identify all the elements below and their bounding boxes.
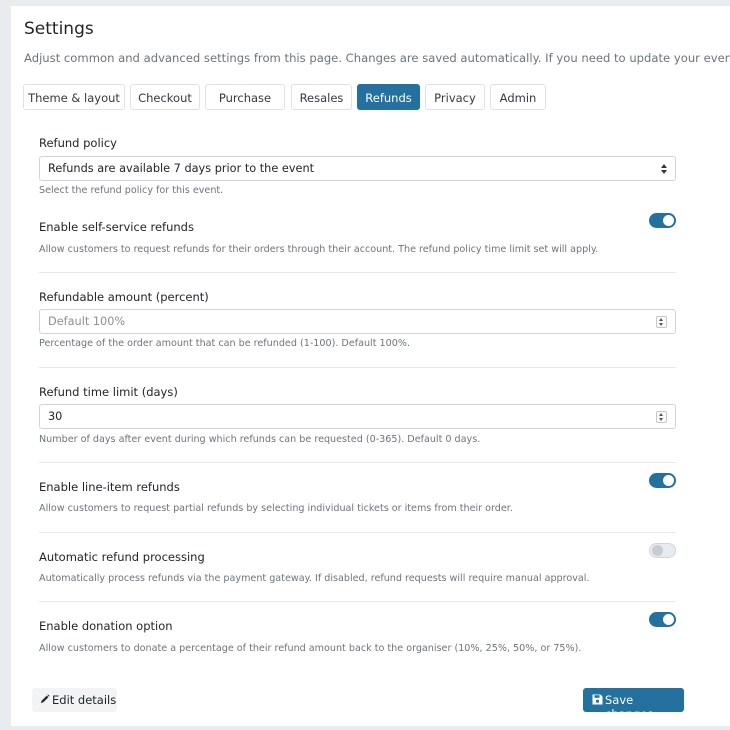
tab-admin[interactable]: Admin [490, 84, 546, 110]
refundable-amount-label: Refundable amount (percent) [39, 290, 209, 304]
tab-resales[interactable]: Resales [291, 84, 352, 110]
page-title: Settings [24, 19, 94, 39]
toggle-knob [652, 545, 663, 556]
line-item-help: Allow customers to request partial refun… [39, 503, 513, 514]
page-subtitle: Adjust common and advanced settings from… [24, 51, 730, 65]
refund-policy-help: Select the refund policy for this event. [39, 185, 224, 196]
time-limit-value: 30 [48, 410, 63, 423]
refund-policy-select[interactable]: Refunds are available 7 days prior to th… [39, 156, 676, 181]
time-limit-input[interactable]: 30 [39, 404, 676, 429]
tab-purchase[interactable]: Purchase [205, 84, 285, 110]
time-limit-label: Refund time limit (days) [39, 385, 178, 399]
tab-refunds[interactable]: Refunds [357, 84, 420, 110]
donation-help: Allow customers to donate a percentage o… [39, 643, 582, 654]
section-divider [39, 272, 676, 273]
auto-processing-toggle[interactable] [649, 543, 676, 558]
self-service-toggle[interactable] [649, 213, 676, 228]
toggle-knob [663, 475, 674, 486]
edit-details-label: Edit details [52, 693, 117, 707]
auto-processing-label: Automatic refund processing [39, 550, 205, 564]
tab-theme-layout[interactable]: Theme & layout [23, 84, 125, 110]
section-divider [39, 462, 676, 463]
tab-privacy[interactable]: Privacy [425, 84, 485, 110]
time-limit-help: Number of days after event during which … [39, 434, 481, 445]
section-divider [39, 367, 676, 368]
refund-policy-value: Refunds are available 7 days prior to th… [48, 162, 315, 175]
edit-details-button[interactable]: Edit details [32, 688, 117, 712]
number-spinner-icon[interactable] [656, 316, 667, 328]
tab-checkout[interactable]: Checkout [130, 84, 200, 110]
select-arrows-icon [661, 162, 667, 176]
save-changes-label: Save changes [605, 693, 654, 721]
section-divider [39, 532, 676, 533]
donation-label: Enable donation option [39, 619, 173, 633]
floppy-disk-icon [592, 694, 603, 705]
toggle-knob [663, 614, 674, 625]
pencil-icon [41, 694, 50, 703]
settings-panel: Settings Adjust common and advanced sett… [11, 6, 730, 726]
section-divider [39, 601, 676, 602]
auto-processing-help: Automatically process refunds via the pa… [39, 573, 590, 584]
line-item-toggle[interactable] [649, 473, 676, 488]
refund-policy-label: Refund policy [39, 136, 117, 150]
self-service-help: Allow customers to request refunds for t… [39, 244, 599, 255]
self-service-label: Enable self-service refunds [39, 220, 194, 234]
save-changes-button[interactable]: Save changes [583, 688, 684, 721]
refundable-amount-input[interactable]: Default 100% [39, 309, 676, 334]
number-spinner-icon[interactable] [656, 411, 667, 423]
refundable-amount-help: Percentage of the order amount that can … [39, 338, 411, 349]
toggle-knob [663, 215, 674, 226]
line-item-label: Enable line-item refunds [39, 480, 180, 494]
donation-toggle[interactable] [649, 612, 676, 627]
refundable-amount-placeholder: Default 100% [48, 315, 126, 328]
